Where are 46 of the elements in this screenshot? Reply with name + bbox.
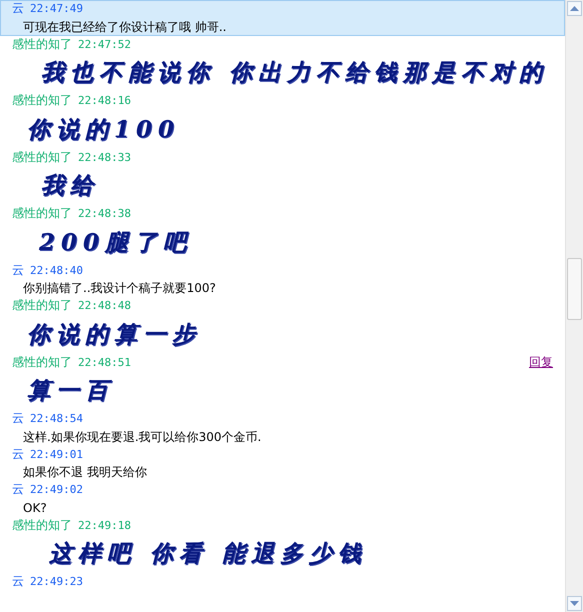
reply-link[interactable]: 回复 — [529, 354, 553, 371]
message-text: 这样.如果你现在要退.我可以给你300个金币. — [22, 428, 262, 446]
message-time: 22:49:18 — [78, 518, 131, 532]
message-time: 22:48:48 — [78, 299, 131, 312]
styled-message-text: 这样吧 你看 能退多少钱 — [49, 539, 368, 569]
styled-message-text: 你说的算一步 — [27, 320, 201, 350]
sender-name: 云 — [12, 410, 24, 428]
message-time: 22:48:40 — [30, 264, 83, 277]
sender-name: 云 — [12, 0, 24, 18]
scrollbar[interactable] — [565, 0, 583, 612]
message-time: 22:47:52 — [78, 38, 131, 51]
sender-name: 云 — [12, 262, 24, 279]
message-time: 22:49:02 — [30, 483, 83, 496]
sender-name: 感性的知了 — [12, 516, 72, 534]
scroll-down-button[interactable] — [567, 596, 582, 611]
sender-name: 感性的知了 — [12, 36, 72, 53]
styled-message-text: 算一百 — [27, 376, 114, 406]
message-text: 如果你不退 我明天给你 — [22, 464, 148, 481]
message-text: 可现在我已经给了你设计稿了哦 帅哥.. — [22, 18, 228, 36]
styled-message-text: 你说的100 — [27, 114, 180, 144]
styled-message-text: 我也不能说你 你出力不给钱那是不对的 — [41, 58, 548, 88]
scroll-thumb[interactable] — [567, 258, 582, 320]
sender-name: 云 — [12, 481, 24, 498]
down-arrow-icon — [570, 601, 579, 606]
sender-name: 云 — [12, 446, 24, 463]
sender-name: 感性的知了 — [12, 148, 72, 166]
message-text: 你别搞错了..我设计个稿子就要100? — [22, 280, 217, 297]
selected-message-highlight[interactable]: 云 22:47:49 可现在我已经给了你设计稿了哦 帅哥.. — [0, 0, 565, 36]
message-time: 22:48:51 — [78, 356, 131, 369]
message-time: 22:48:33 — [78, 150, 131, 164]
message-time: 22:48:38 — [78, 207, 131, 220]
sender-name: 感性的知了 — [12, 297, 72, 314]
styled-message-text: 200腿了吧 — [39, 228, 192, 258]
message-text: OK? — [22, 500, 48, 516]
message-time: 22:48:54 — [30, 412, 83, 426]
scroll-up-button[interactable] — [567, 1, 582, 16]
sender-name: 感性的知了 — [12, 92, 72, 110]
sender-name: 云 — [12, 573, 24, 590]
message-time: 22:48:16 — [78, 94, 131, 108]
styled-message-text: 我给 — [41, 171, 99, 201]
sender-name: 感性的知了 — [12, 205, 72, 222]
message-time: 22:49:01 — [30, 448, 83, 461]
sender-name: 感性的知了 — [12, 354, 72, 371]
message-time: 22:47:49 — [30, 2, 83, 16]
up-arrow-icon — [570, 6, 579, 11]
message-time: 22:49:23 — [30, 575, 83, 588]
